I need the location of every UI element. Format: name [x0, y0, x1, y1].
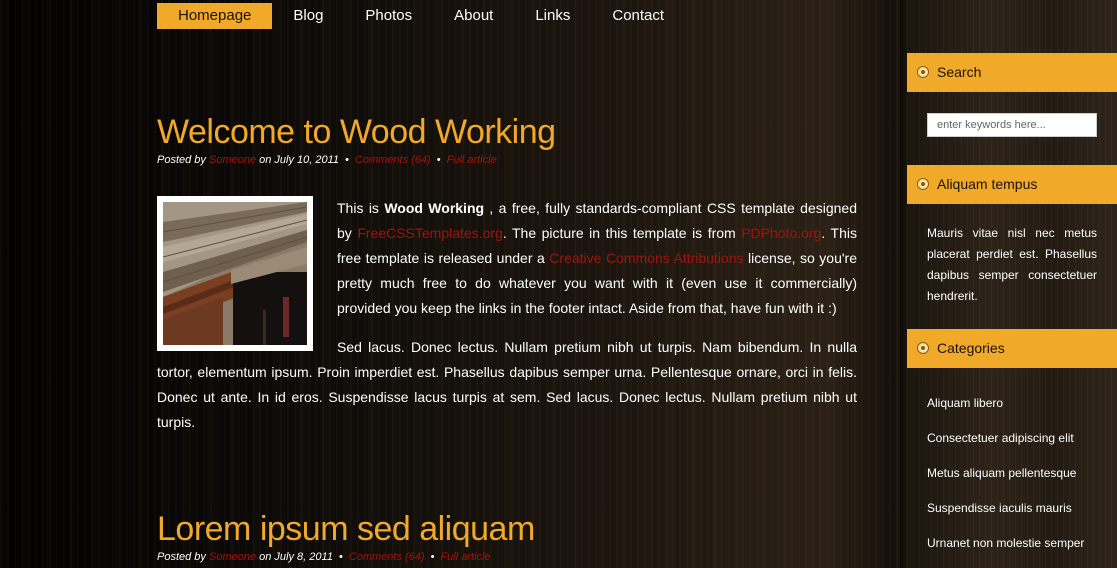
creative-commons-link[interactable]: Creative Commons Attributions — [549, 250, 743, 266]
menu-item-links[interactable]: Links — [514, 3, 591, 29]
comments-link[interactable]: Comments (64) — [349, 551, 425, 563]
sidebar-heading-categories: Categories — [907, 329, 1117, 368]
category-link[interactable]: Urnanet non molestie semper — [927, 536, 1084, 550]
category-link[interactable]: Suspendisse iaculis mauris — [927, 501, 1072, 515]
sidebar-heading-label: Categories — [937, 340, 1005, 356]
list-item: Suspendisse iaculis mauris — [927, 498, 1084, 533]
post-content: This is Wood Working , a free, fully sta… — [157, 196, 857, 449]
paragraph-text: This is — [337, 200, 385, 216]
meta-separator: • — [345, 154, 349, 166]
menu-item-contact[interactable]: Contact — [591, 3, 685, 29]
bullet-icon — [917, 178, 929, 190]
search-input[interactable] — [927, 113, 1097, 137]
post-title[interactable]: Welcome to Wood Working — [157, 113, 556, 152]
post-meta: Posted by Someone on July 10, 2011 • Comme… — [157, 154, 497, 166]
menu-item-homepage[interactable]: Homepage — [157, 3, 273, 29]
post-meta: Posted by Someone on July 8, 2011 • Commen… — [157, 551, 491, 563]
author-link[interactable]: Someone — [209, 154, 256, 166]
template-name: Wood Working — [384, 200, 485, 216]
full-article-link[interactable]: Full article — [440, 551, 490, 563]
main-menu: Homepage Blog Photos About Links Contact — [157, 3, 685, 29]
posted-by-label: Posted by — [157, 551, 206, 563]
sidebar-heading-label: Search — [937, 64, 982, 80]
post-title[interactable]: Lorem ipsum sed aliquam — [157, 510, 535, 549]
comments-link[interactable]: Comments (64) — [355, 154, 431, 166]
bullet-icon — [917, 66, 929, 78]
sidebar-divider — [900, 0, 907, 568]
menu-item-about[interactable]: About — [433, 3, 514, 29]
meta-separator: • — [338, 551, 343, 563]
sidebar-heading-label: Aliquam tempus — [937, 176, 1038, 192]
list-item: Aliquam libero — [927, 393, 1084, 428]
menu-item-photos[interactable]: Photos — [344, 3, 433, 29]
posted-by-label: Posted by — [157, 154, 206, 166]
sidebar-text: Mauris vitae nisl nec metus placerat per… — [927, 226, 1097, 303]
freecsstemplates-link[interactable]: FreeCSSTemplates.org — [357, 225, 503, 241]
paragraph-text: . The picture in this template is from — [502, 225, 742, 241]
post-date: on July 8, 2011 — [259, 551, 333, 563]
full-article-link[interactable]: Full article — [447, 154, 497, 166]
category-link[interactable]: Metus aliquam pellentesque — [927, 466, 1076, 480]
category-link[interactable]: Aliquam libero — [927, 396, 1003, 410]
bullet-icon — [917, 342, 929, 354]
list-item: Urnanet non molestie semper — [927, 533, 1084, 568]
categories-list: Aliquam libero Consectetuer adipiscing e… — [927, 393, 1084, 568]
category-link[interactable]: Consectetuer adipiscing elit — [927, 431, 1074, 445]
list-item: Consectetuer adipiscing elit — [927, 428, 1084, 463]
pdphoto-link[interactable]: PDPhoto.org — [741, 225, 821, 241]
sidebar-heading-search: Search — [907, 53, 1117, 92]
meta-separator: • — [436, 154, 441, 166]
image-spacer — [157, 196, 337, 354]
list-item: Metus aliquam pellentesque — [927, 463, 1084, 498]
post-date: on July 10, 2011 — [259, 154, 340, 166]
author-link[interactable]: Someone — [209, 551, 256, 563]
menu-item-blog[interactable]: Blog — [272, 3, 344, 29]
sidebar-heading-aliquam: Aliquam tempus — [907, 165, 1117, 204]
meta-separator: • — [430, 551, 435, 563]
